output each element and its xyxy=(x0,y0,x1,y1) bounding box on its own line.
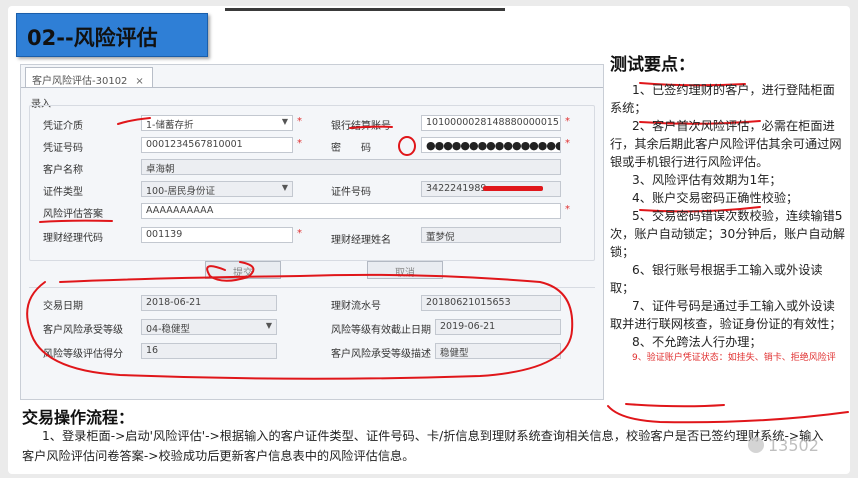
risk-level-label: 客户风险承受等级 xyxy=(43,325,123,336)
watermark: 13502 xyxy=(748,436,819,455)
watermark-text: 13502 xyxy=(768,436,819,455)
voucher-no-label: 凭证号码 xyxy=(43,143,83,154)
cancel-button[interactable]: 取消 xyxy=(367,261,443,279)
serial-field: 20180621015653 xyxy=(421,295,561,311)
test-point-note: 9、验证账户凭证状态：如挂失、销卡、拒绝风险评 xyxy=(632,353,836,363)
test-point-item: 6、银行账号根据手工输入或外设读取； xyxy=(610,263,823,295)
expiry-label: 风险等级有效截止日期 xyxy=(331,325,431,336)
flow-text: 1、登录柜面->启动'风险评估'->根据输入的客户证件类型、证件号码、卡/折信息… xyxy=(22,429,824,463)
manager-code-input[interactable]: 001139 xyxy=(141,227,293,243)
answer-label: 风险评估答案 xyxy=(43,209,103,220)
manager-name-field: 董梦倪 xyxy=(421,227,561,243)
expiry-field: 2019-06-21 xyxy=(435,319,561,335)
test-point-item: 4、账户交易密码正确性校验； xyxy=(632,191,799,205)
password-label: 密 码 xyxy=(331,143,371,154)
id-type-select[interactable]: 100-居民身份证 ▼ xyxy=(141,181,293,197)
close-icon[interactable]: × xyxy=(135,76,143,87)
voucher-type-label: 凭证介质 xyxy=(43,121,83,132)
voucher-type-value: 1-储蓄存折 xyxy=(146,120,194,131)
score-label: 风险等级评估得分 xyxy=(43,349,123,360)
tab-risk-assessment[interactable]: 客户风险评估-30102 × xyxy=(25,67,153,87)
required-mark: * xyxy=(297,116,302,127)
test-point-item: 3、风险评估有效期为1年； xyxy=(632,173,782,187)
id-type-label: 证件类型 xyxy=(43,187,83,198)
level-desc-label: 客户风险承受等级描述 xyxy=(331,349,431,360)
customer-name-field: 卓海朝 xyxy=(141,159,561,175)
level-desc-field: 稳健型 xyxy=(435,343,561,359)
test-points-title: 测试要点： xyxy=(610,55,695,75)
chevron-down-icon: ▼ xyxy=(281,117,288,126)
flow-title: 交易操作流程： xyxy=(22,408,135,427)
customer-name-label: 客户名称 xyxy=(43,165,83,176)
test-point-item: 7、证件号码是通过手工输入或外设读取并进行联网核查，验证身份证的有效性； xyxy=(610,299,842,331)
id-no-label: 证件号码 xyxy=(331,187,371,198)
required-mark: * xyxy=(297,228,302,239)
watermark-icon xyxy=(748,437,764,453)
tab-label: 客户风险评估-30102 xyxy=(32,76,128,87)
voucher-no-input[interactable]: 0001234567810001 xyxy=(141,137,293,153)
manager-code-label: 理财经理代码 xyxy=(43,233,103,244)
trade-date-field: 2018-06-21 xyxy=(141,295,277,311)
serial-label: 理财流水号 xyxy=(331,301,381,312)
test-points-panel: 测试要点： 1、已签约理财的客户，进行登陆柜面系统； 2、客户首次风险评估，必需… xyxy=(610,50,846,365)
chevron-down-icon: ▼ xyxy=(265,321,272,330)
voucher-type-select[interactable]: 1-储蓄存折 ▼ xyxy=(141,115,293,131)
required-mark: * xyxy=(565,204,570,215)
required-mark: * xyxy=(565,138,570,149)
id-type-value: 100-居民身份证 xyxy=(146,186,216,197)
risk-level-select[interactable]: 04-稳健型 ▼ xyxy=(141,319,277,335)
required-mark: * xyxy=(565,116,570,127)
trade-date-label: 交易日期 xyxy=(43,301,83,312)
risk-level-value: 04-稳健型 xyxy=(146,324,191,335)
test-point-item: 5、交易密码错误次数校验，连续输错5次，账户自动锁定；30分钟后，账户自动解锁； xyxy=(610,209,845,259)
redaction-mark xyxy=(483,186,543,191)
slide-title: 02--风险评估 xyxy=(16,13,208,57)
test-point-item: 2、客户首次风险评估，必需在柜面进行，其余后期此客户风险评估其余可通过网银或手机… xyxy=(610,119,842,169)
chevron-down-icon: ▼ xyxy=(281,183,288,192)
top-divider xyxy=(225,8,505,11)
test-point-item: 1、已签约理财的客户，进行登陆柜面系统； xyxy=(610,83,835,115)
tab-divider xyxy=(21,87,603,88)
answer-input[interactable]: AAAAAAAAAA xyxy=(141,203,561,219)
test-point-item: 8、不允跨法人行办理； xyxy=(632,335,762,349)
submit-button[interactable]: 提交 xyxy=(205,261,281,279)
manager-name-label: 理财经理姓名 xyxy=(331,235,391,246)
bank-account-label: 银行结算账号 xyxy=(331,121,391,132)
score-field: 16 xyxy=(141,343,277,359)
app-window: 客户风险评估-30102 × 录入 凭证介质 1-储蓄存折 ▼ * 银行结算账号 1… xyxy=(20,64,604,400)
required-mark: * xyxy=(297,138,302,149)
password-input[interactable]: ●●●●●●●●●●●●●●●● xyxy=(421,137,561,153)
bank-account-input[interactable]: 1010000028148880000015 xyxy=(421,115,561,131)
